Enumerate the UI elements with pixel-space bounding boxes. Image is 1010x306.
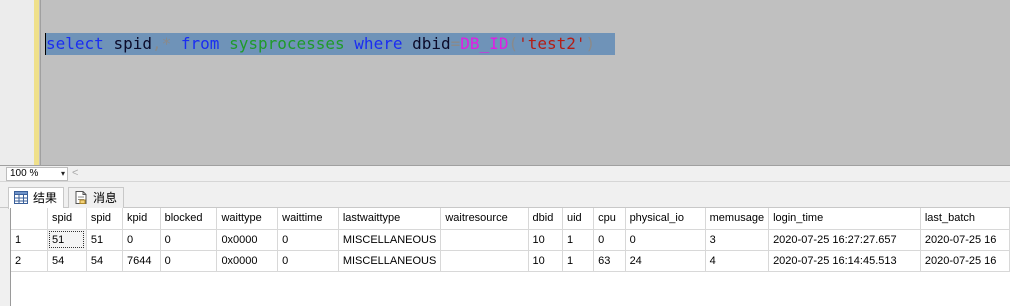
sql-token-string: 'test2': [518, 34, 586, 53]
column-header[interactable]: dbid: [528, 208, 563, 230]
grid-icon: [14, 191, 28, 204]
table-cell[interactable]: 10: [528, 229, 563, 251]
table-cell[interactable]: 7644: [122, 250, 161, 272]
table-row[interactable]: 2 54 54 7644 0 0x0000 0 MISCELLANEOUS 10 1 63 24 4 20…: [11, 250, 1010, 272]
tab-messages[interactable]: 消息: [68, 187, 125, 208]
table-cell[interactable]: [440, 250, 529, 272]
table-row[interactable]: 1 51 51 0 0 0x0000 0 MISCELLANEOUS 10 1 0 0 3 2020-07…: [11, 229, 1010, 251]
column-header[interactable]: waitresource: [440, 208, 529, 230]
sql-token-keyword: from: [180, 34, 220, 53]
table-cell[interactable]: 2020-07-25 16: [920, 250, 1010, 272]
table-cell[interactable]: 0: [277, 229, 339, 251]
sql-token-space: [402, 34, 412, 53]
table-cell[interactable]: 0: [277, 250, 339, 272]
table-cell[interactable]: 24: [625, 250, 706, 272]
results-grid[interactable]: spid spid kpid blocked waittype waittime lastw…: [10, 208, 1010, 306]
table-cell[interactable]: 51: [86, 229, 124, 251]
sql-token-operator: (: [508, 34, 519, 53]
zoom-value: 100 %: [10, 168, 39, 179]
table-cell[interactable]: 0: [593, 229, 626, 251]
sql-token-operator: *: [161, 34, 172, 53]
code-area[interactable]: select spid,* from sysprocesses where db…: [42, 0, 1010, 165]
table-cell[interactable]: MISCELLANEOUS: [338, 229, 442, 251]
sql-token-keyword: select: [46, 34, 104, 53]
table-cell[interactable]: [440, 229, 529, 251]
scroll-left-arrow-icon[interactable]: <: [72, 166, 78, 181]
column-header[interactable]: login_time: [768, 208, 921, 230]
table-cell[interactable]: 51: [47, 229, 87, 251]
results-table: spid spid kpid blocked waittype waittime lastw…: [11, 208, 1010, 272]
sql-token-operator: ): [585, 34, 596, 53]
sql-token-space: [345, 34, 355, 53]
outline-guide: [40, 0, 41, 165]
zoom-dropdown[interactable]: 100 % ▾: [6, 167, 68, 181]
column-header[interactable]: spid: [86, 208, 124, 230]
query-editor[interactable]: select spid,* from sysprocesses where db…: [0, 0, 1010, 165]
sql-token-operator: =: [450, 34, 461, 53]
sql-token-identifier: spid: [113, 34, 152, 53]
editor-status-bar: 100 % ▾ <: [0, 165, 1010, 182]
table-cell[interactable]: 0x0000: [216, 250, 279, 272]
table-cell[interactable]: 63: [593, 250, 626, 272]
sql-token-system-object: sysprocesses: [229, 34, 345, 53]
text-caret: [45, 33, 46, 55]
column-header[interactable]: waittime: [277, 208, 339, 230]
table-cell[interactable]: 54: [47, 250, 87, 272]
table-cell[interactable]: 54: [86, 250, 124, 272]
sql-token-operator: ,: [151, 34, 162, 53]
tab-results[interactable]: 结果: [8, 187, 65, 209]
column-header[interactable]: lastwaittype: [338, 208, 442, 230]
row-number-header[interactable]: [11, 208, 48, 230]
sql-token-space: [104, 34, 114, 53]
document-icon: [75, 191, 87, 204]
editor-margin: [0, 0, 34, 165]
table-cell[interactable]: MISCELLANEOUS: [338, 250, 442, 272]
column-header[interactable]: last_batch: [920, 208, 1010, 230]
column-header[interactable]: memusage: [705, 208, 770, 230]
sql-query-line[interactable]: select spid,* from sysprocesses where db…: [46, 35, 595, 53]
column-header[interactable]: cpu: [593, 208, 626, 230]
table-cell[interactable]: 2020-07-25 16:27:27.657: [768, 229, 921, 251]
table-cell[interactable]: 4: [705, 250, 770, 272]
sql-token-space: [171, 34, 181, 53]
change-tracking-bar: [34, 0, 39, 165]
table-cell[interactable]: 1: [562, 229, 595, 251]
table-cell[interactable]: 0: [160, 250, 218, 272]
results-tab-strip: 结果 消息: [0, 183, 1010, 209]
column-header[interactable]: kpid: [122, 208, 161, 230]
sql-token-keyword: where: [354, 34, 403, 53]
table-cell[interactable]: 2020-07-25 16: [920, 229, 1010, 251]
sql-token-identifier: dbid: [412, 34, 451, 53]
table-cell[interactable]: 0: [160, 229, 218, 251]
table-cell[interactable]: 2020-07-25 16:14:45.513: [768, 250, 921, 272]
sql-token-function: DB_ID: [460, 34, 509, 53]
row-number-cell[interactable]: 1: [11, 229, 48, 251]
table-header-row: spid spid kpid blocked waittype waittime lastw…: [11, 208, 1010, 230]
tab-results-label: 结果: [33, 191, 58, 205]
column-header[interactable]: physical_io: [625, 208, 706, 230]
tab-messages-label: 消息: [93, 191, 118, 205]
table-cell[interactable]: 3: [705, 229, 770, 251]
table-cell[interactable]: 0: [122, 229, 161, 251]
column-header[interactable]: spid: [47, 208, 87, 230]
table-cell[interactable]: 1: [562, 250, 595, 272]
chevron-down-icon: ▾: [60, 169, 65, 178]
column-header[interactable]: blocked: [160, 208, 218, 230]
table-cell[interactable]: 10: [528, 250, 563, 272]
sql-token-space: [219, 34, 229, 53]
row-number-cell[interactable]: 2: [11, 250, 48, 272]
column-header[interactable]: uid: [562, 208, 595, 230]
table-cell[interactable]: 0: [625, 229, 706, 251]
table-cell[interactable]: 0x0000: [216, 229, 279, 251]
column-header[interactable]: waittype: [216, 208, 279, 230]
